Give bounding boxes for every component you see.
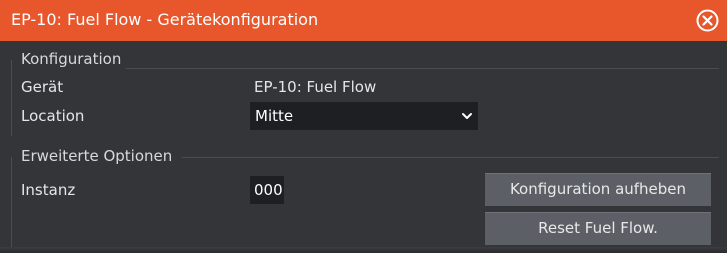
location-select[interactable]: Mitte xyxy=(250,102,478,130)
reset-fuel-flow-button[interactable]: Reset Fuel Flow. xyxy=(485,212,711,245)
dialog-title: EP-10: Fuel Flow - Gerätekonfiguration xyxy=(11,10,319,29)
advanced-divider xyxy=(182,157,719,158)
instance-value: 000 xyxy=(254,181,283,199)
close-circle-icon xyxy=(696,9,719,32)
instance-label: Instanz xyxy=(21,181,76,199)
dialog-bottom-edge xyxy=(0,247,727,253)
instance-field[interactable]: 000 xyxy=(250,176,284,204)
location-select-value: Mitte xyxy=(255,107,294,125)
advanced-group-label: Erweiterte Optionen xyxy=(21,147,173,165)
device-config-dialog: EP-10: Fuel Flow - Gerätekonfiguration K… xyxy=(0,0,727,253)
configuration-group-label: Konfiguration xyxy=(21,50,122,68)
device-value: EP-10: Fuel Flow xyxy=(254,78,377,96)
advanced-group-border xyxy=(11,157,12,253)
configuration-divider xyxy=(126,68,719,69)
chevron-down-icon xyxy=(462,113,472,119)
location-label: Location xyxy=(21,107,85,125)
unconfigure-button[interactable]: Konfiguration aufheben xyxy=(485,173,711,206)
configuration-group-border xyxy=(11,60,12,136)
close-button[interactable] xyxy=(696,9,719,32)
dialog-titlebar: EP-10: Fuel Flow - Gerätekonfiguration xyxy=(0,0,727,41)
device-label: Gerät xyxy=(21,78,64,96)
